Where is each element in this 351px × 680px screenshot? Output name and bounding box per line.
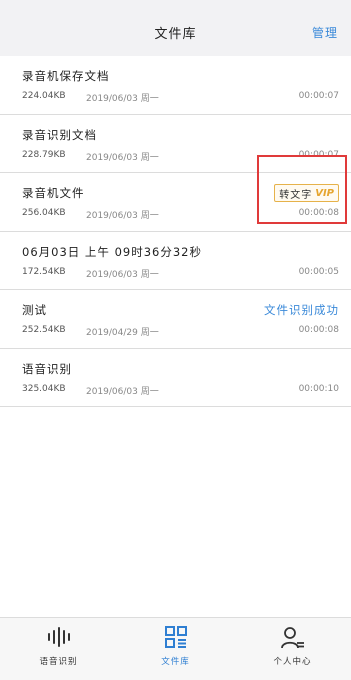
file-date: 2019/06/03 周一 [86, 152, 159, 163]
file-date: 2019/06/03 周一 [86, 269, 159, 280]
file-duration: 00:00:07 [298, 91, 339, 101]
file-name: 录音机文件 [22, 186, 85, 200]
tab-file-library[interactable]: 文件库 [117, 618, 234, 680]
tab-voice-recognition[interactable]: 语音识别 [0, 618, 117, 680]
file-duration: 00:00:10 [298, 383, 339, 394]
waveform-icon [0, 626, 117, 648]
file-row[interactable]: 06月03日 上午 09时36分32秒 172.54KB 2019/06/03 … [0, 232, 351, 290]
file-size: 172.54KB [22, 266, 66, 277]
file-row[interactable]: 测试 文件识别成功 252.54KB 2019/04/29 周一 00:00:0… [0, 290, 351, 349]
file-date: 2019/06/03 周一 [86, 94, 159, 104]
file-name: 06月03日 上午 09时36分32秒 [22, 244, 202, 259]
file-size: 325.04KB [22, 383, 66, 394]
tab-label: 语音识别 [39, 657, 78, 667]
tab-personal-center[interactable]: 个人中心 [234, 618, 351, 680]
file-duration: 00:00:08 [298, 325, 339, 335]
file-date: 2019/06/03 周一 [86, 211, 159, 221]
manage-button[interactable]: 管理 [312, 24, 338, 41]
file-date: 2019/04/29 周一 [86, 328, 159, 338]
file-row[interactable]: 录音机保存文档 224.04KB 2019/06/03 周一 00:00:07 [0, 56, 351, 115]
file-size: 252.54KB [22, 325, 66, 335]
highlight-annotation-box [257, 155, 347, 224]
file-size: 256.04KB [22, 208, 66, 218]
grid-list-icon [117, 626, 234, 648]
file-name: 录音识别文档 [22, 127, 97, 142]
user-profile-icon [234, 626, 351, 649]
page-title: 文件库 [154, 27, 197, 42]
file-list: 录音机保存文档 224.04KB 2019/06/03 周一 00:00:07 … [0, 56, 351, 407]
file-name: 语音识别 [22, 361, 72, 376]
bottom-tab-bar: 语音识别 文件库 个人中心 [0, 617, 351, 680]
file-name: 测试 [22, 303, 47, 317]
tab-label: 文件库 [161, 657, 190, 667]
recognition-status[interactable]: 文件识别成功 [264, 302, 339, 318]
file-date: 2019/06/03 周一 [86, 386, 159, 397]
file-size: 224.04KB [22, 91, 66, 101]
file-row[interactable]: 语音识别 325.04KB 2019/06/03 周一 00:00:10 [0, 349, 351, 407]
top-bar: 文件库 管理 [0, 0, 351, 56]
tab-label: 个人中心 [273, 657, 312, 667]
file-size: 228.79KB [22, 149, 66, 160]
file-duration: 00:00:05 [298, 266, 339, 277]
file-name: 录音机保存文档 [22, 69, 110, 83]
